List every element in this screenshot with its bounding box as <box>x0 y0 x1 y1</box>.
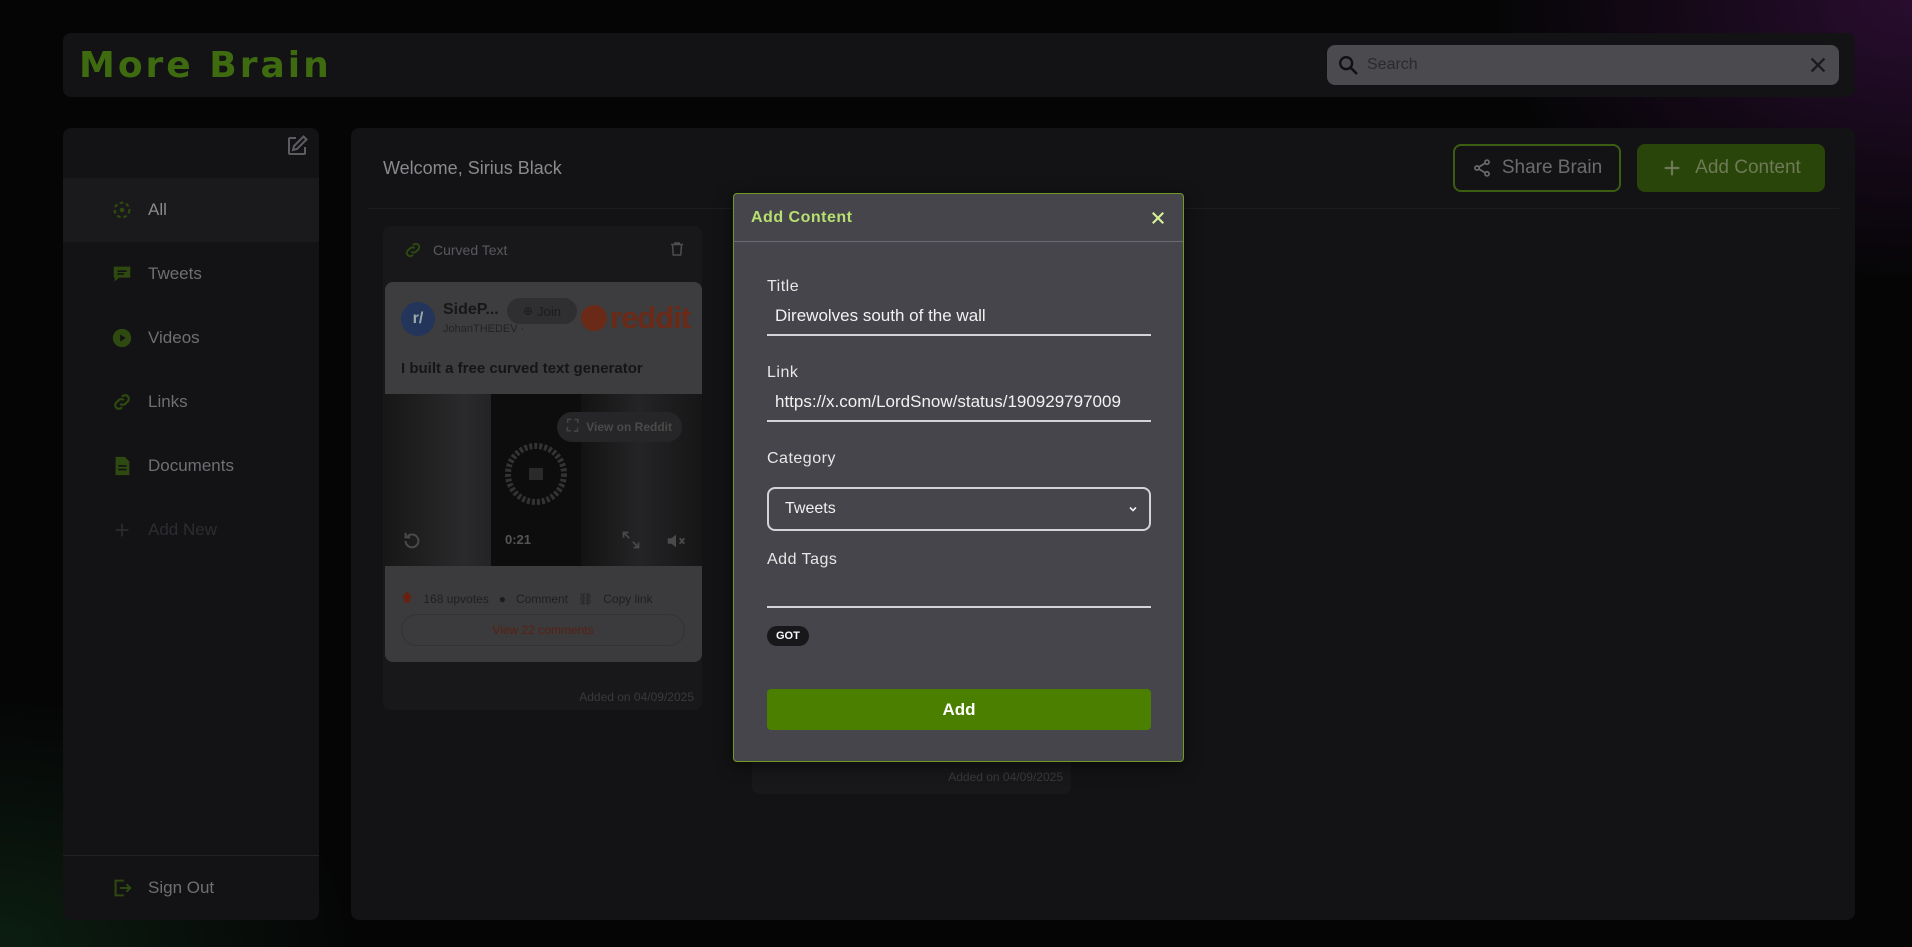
share-icon <box>1473 159 1490 177</box>
reddit-alien-icon <box>581 305 607 331</box>
join-label: Join <box>537 303 561 319</box>
view-on-reddit-button[interactable]: ⛶ View on Reddit <box>557 412 682 442</box>
welcome-text: Welcome, Sirius Black <box>383 158 562 178</box>
sign-out-label: Sign Out <box>148 878 215 897</box>
sidebar-item-videos[interactable]: Videos <box>63 306 319 370</box>
modal-header: Add Content <box>734 194 1183 242</box>
sidebar-item-label: Tweets <box>148 264 202 283</box>
add-content-button[interactable]: Add Content <box>1637 144 1825 192</box>
card-date: Added on 04/09/2025 <box>948 770 1063 784</box>
close-icon[interactable] <box>1149 209 1167 227</box>
sidebar-item-tweets[interactable]: Tweets <box>63 242 319 306</box>
category-select[interactable]: Tweets <box>767 487 1151 531</box>
top-header: More Brain <box>63 33 1855 97</box>
modal-title: Add Content <box>751 209 853 226</box>
reddit-wordmark: reddit <box>610 300 691 335</box>
card-date: Added on 04/09/2025 <box>579 690 694 704</box>
sidebar-item-label: All <box>148 200 167 219</box>
title-label: Title <box>767 278 800 295</box>
view-on-reddit-label: View on Reddit <box>586 420 672 434</box>
join-plus-icon: ⊕ <box>523 304 534 318</box>
video-player[interactable]: ⛶ View on Reddit 0:21 <box>385 394 702 566</box>
card-title: Curved Text <box>433 242 508 258</box>
add-content-label: Add Content <box>1695 157 1801 178</box>
mute-icon[interactable] <box>665 530 687 552</box>
clear-search-icon[interactable] <box>1807 54 1829 76</box>
upvotes-count: 168 upvotes <box>423 591 489 606</box>
post-author: JohanTHEDEV · <box>443 323 525 335</box>
sidebar-item-links[interactable]: Links <box>63 370 319 434</box>
search-input[interactable] <box>1367 45 1787 85</box>
post-title: I built a free curved text generator <box>401 360 643 377</box>
link-input[interactable] <box>767 384 1151 422</box>
reddit-logo: reddit <box>581 300 691 336</box>
tags-label: Add Tags <box>767 551 838 568</box>
title-input[interactable] <box>767 298 1151 336</box>
sidebar-item-label: Add New <box>148 520 217 539</box>
chevron-down-icon <box>1129 506 1137 512</box>
tweet-icon <box>111 263 133 285</box>
subreddit-name: SideP... <box>443 301 499 318</box>
upvote-icon[interactable]: 🡅 <box>401 588 413 609</box>
replay-icon[interactable] <box>401 530 423 552</box>
reddit-embed-footer: 🡅 168 upvotes ● Comment ⛓ Copy link View… <box>385 566 702 662</box>
plus-icon <box>1664 160 1680 176</box>
view-comments-button[interactable]: View 22 comments <box>401 614 685 646</box>
link-icon <box>405 242 421 258</box>
video-icon <box>111 327 133 349</box>
content-card: Added on 04/09/2025 <box>752 758 1071 794</box>
expand-icon[interactable] <box>621 530 641 550</box>
sidebar-item-add-new[interactable]: Add New <box>63 498 319 562</box>
share-brain-label: Share Brain <box>1501 157 1603 178</box>
plus-icon <box>111 519 133 541</box>
link-icon <box>111 391 133 413</box>
card-header: Curved Text <box>403 240 507 260</box>
sign-out-icon <box>111 877 133 899</box>
sign-out-button[interactable]: Sign Out <box>63 856 319 920</box>
subreddit-avatar: r/ <box>401 302 435 336</box>
fullscreen-icon: ⛶ <box>567 418 579 435</box>
app-logo: More Brain <box>79 45 332 86</box>
comment-icon: ● <box>498 591 506 606</box>
document-icon <box>111 455 133 477</box>
comment-link[interactable]: Comment <box>516 592 568 606</box>
search-bar <box>1327 45 1839 85</box>
sidebar-item-label: Videos <box>148 328 200 347</box>
copy-link[interactable]: Copy link <box>603 592 652 606</box>
copy-link-icon: ⛓ <box>578 591 594 606</box>
video-time: 0:21 <box>505 532 532 547</box>
reddit-embed[interactable]: r/ SideP... JohanTHEDEV · ⊕ Join reddit … <box>385 282 702 662</box>
search-icon <box>1339 56 1358 75</box>
sidebar-item-label: Documents <box>148 456 234 475</box>
sidebar: All Tweets Videos Links Documents Add Ne… <box>63 128 319 920</box>
post-actions: 🡅 168 upvotes ● Comment ⛓ Copy link <box>401 588 653 609</box>
edit-icon[interactable] <box>285 134 309 158</box>
trash-icon[interactable] <box>668 240 686 258</box>
join-button[interactable]: ⊕ Join <box>507 298 577 324</box>
all-icon <box>111 199 133 221</box>
sidebar-item-documents[interactable]: Documents <box>63 434 319 498</box>
reddit-embed-header: r/ SideP... JohanTHEDEV · ⊕ Join reddit … <box>385 282 702 394</box>
content-card: Curved Text r/ SideP... JohanTHEDEV · ⊕ … <box>383 226 702 710</box>
tags-input[interactable] <box>767 570 1151 608</box>
tag-chip[interactable]: GOT <box>767 626 809 646</box>
category-selected-value: Tweets <box>785 500 836 517</box>
sidebar-item-label: Links <box>148 392 188 411</box>
add-submit-button[interactable]: Add <box>767 689 1151 730</box>
sidebar-item-all[interactable]: All <box>63 178 319 242</box>
category-label: Category <box>767 450 836 467</box>
add-content-modal: Add Content Title Link Category Tweets A… <box>733 193 1184 762</box>
link-label: Link <box>767 364 799 381</box>
share-brain-button[interactable]: Share Brain <box>1453 144 1621 192</box>
